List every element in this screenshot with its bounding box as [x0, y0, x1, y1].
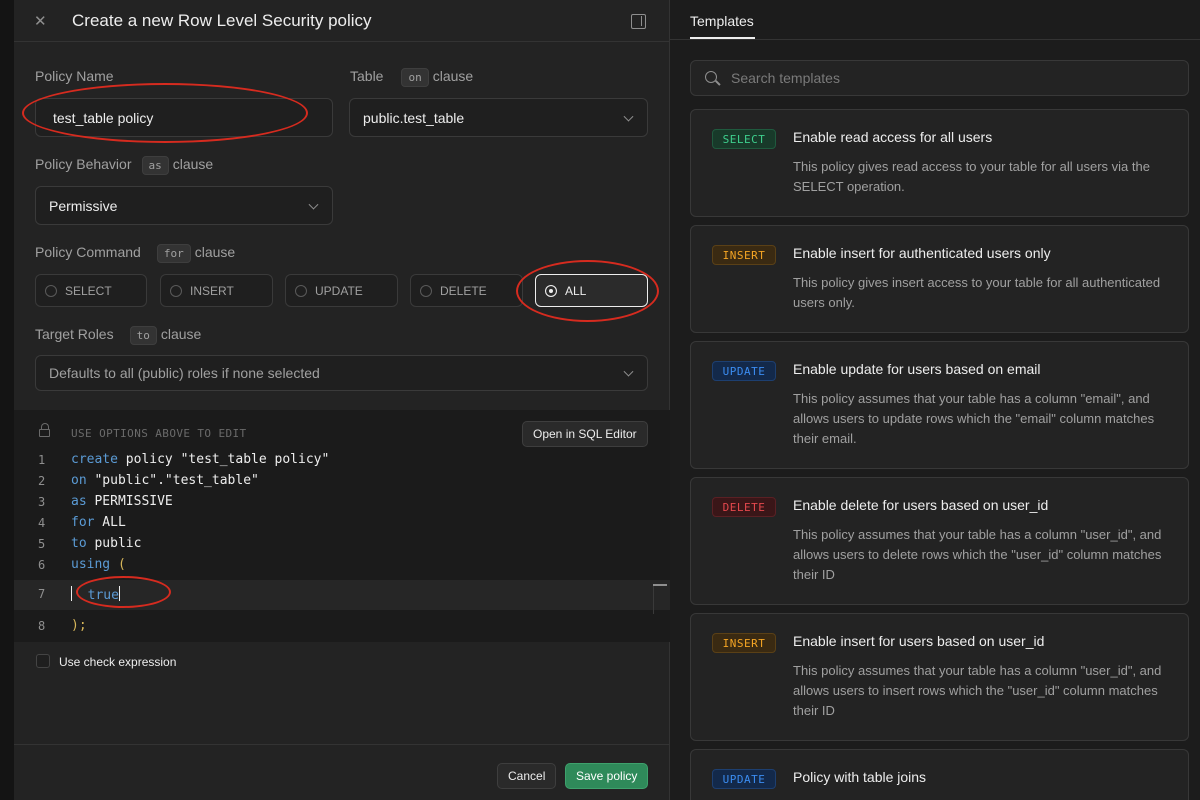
badge-delete: DELETE: [712, 497, 776, 517]
template-card-read-all[interactable]: SELECT Enable read access for all users …: [690, 109, 1189, 217]
badge-insert: INSERT: [712, 245, 776, 265]
chevron-down-icon: [308, 199, 319, 210]
badge-update: UPDATE: [712, 769, 776, 789]
text-caret: [118, 586, 120, 601]
to-chip: to: [129, 326, 157, 345]
toggle-panel-icon[interactable]: [631, 14, 646, 29]
policy-behavior-select[interactable]: Permissive: [35, 186, 333, 225]
page-title: Create a new Row Level Security policy: [72, 11, 372, 30]
template-desc: This policy assumes that your table has …: [793, 663, 1162, 718]
table-select[interactable]: public.test_table: [349, 98, 648, 137]
as-chip: as: [141, 156, 169, 175]
tab-templates[interactable]: Templates: [690, 13, 754, 29]
policy-name-input[interactable]: test_table policy: [35, 98, 333, 137]
code-line: 4 for ALL: [38, 515, 126, 530]
radio-icon: [420, 284, 432, 297]
template-desc: This policy gives insert access to your …: [793, 275, 1161, 310]
chevron-down-icon: [623, 366, 634, 377]
code-line: 6 using (: [38, 557, 126, 572]
code-line: 2 on "public"."test_table": [38, 473, 259, 488]
policy-name-value: test_table policy: [53, 109, 154, 126]
radio-icon: [170, 284, 182, 297]
check-expression-label[interactable]: Use check expression: [59, 655, 176, 669]
check-expression-checkbox[interactable]: [36, 654, 50, 668]
on-chip: on: [401, 68, 429, 87]
template-title: Enable insert for authenticated users on…: [793, 245, 1051, 261]
command-option-update[interactable]: UPDATE: [285, 274, 398, 307]
template-search[interactable]: [690, 60, 1189, 96]
policy-name-label: Policy Name: [35, 68, 114, 84]
policy-editor-panel: ✕ Create a new Row Level Security policy…: [14, 0, 670, 800]
editor-hint: USE OPTIONS ABOVE TO EDIT: [71, 427, 247, 440]
table-value: public.test_table: [363, 109, 465, 126]
cancel-button[interactable]: Cancel: [497, 763, 557, 789]
template-title: Policy with table joins: [793, 769, 927, 785]
code-line: 3 as PERMISSIVE: [38, 494, 173, 509]
close-icon[interactable]: ✕: [34, 12, 47, 30]
template-card-insert-user[interactable]: INSERT Enable insert for users based on …: [690, 613, 1189, 741]
code-line-current: 7 true: [14, 580, 670, 610]
search-input[interactable]: [731, 61, 1171, 95]
radio-icon: [295, 284, 307, 297]
editor-scroll-track[interactable]: [653, 586, 654, 614]
template-card-table-joins[interactable]: UPDATE Policy with table joins: [690, 749, 1189, 800]
panel-header: ✕ Create a new Row Level Security policy: [14, 0, 670, 42]
chevron-down-icon: [623, 111, 634, 122]
template-title: Enable update for users based on email: [793, 361, 1041, 377]
command-option-select[interactable]: SELECT: [35, 274, 147, 307]
command-option-insert[interactable]: INSERT: [160, 274, 273, 307]
template-title: Enable delete for users based on user_id: [793, 497, 1049, 513]
command-option-delete[interactable]: DELETE: [410, 274, 523, 307]
target-roles-placeholder: Defaults to all (public) roles if none s…: [49, 365, 320, 381]
template-desc: This policy assumes that your table has …: [793, 391, 1155, 446]
editor-scroll-marker[interactable]: [653, 584, 667, 586]
open-in-sql-editor-button[interactable]: Open in SQL Editor: [522, 421, 648, 447]
template-card-insert-auth[interactable]: INSERT Enable insert for authenticated u…: [690, 225, 1189, 333]
for-chip: for: [156, 244, 191, 263]
badge-update: UPDATE: [712, 361, 776, 381]
code-line: 1 create policy "test_table policy": [38, 452, 330, 467]
sql-editor[interactable]: USE OPTIONS ABOVE TO EDIT Open in SQL Ed…: [14, 410, 670, 642]
template-desc: This policy gives read access to your ta…: [793, 159, 1150, 194]
left-edge-strip: [0, 0, 14, 800]
table-label: Table on clause: [350, 68, 473, 87]
policy-behavior-label: Policy Behavior as clause: [35, 156, 213, 175]
lock-icon: [39, 423, 50, 437]
badge-select: SELECT: [712, 129, 776, 149]
target-roles-label: Target Roles to clause: [35, 326, 201, 345]
panel-footer: Cancel Save policy: [14, 744, 670, 800]
radio-icon: [45, 284, 57, 297]
template-desc: This policy assumes that your table has …: [793, 527, 1162, 582]
badge-insert: INSERT: [712, 633, 776, 653]
save-policy-button[interactable]: Save policy: [565, 763, 649, 789]
policy-command-label: Policy Command for clause: [35, 244, 235, 263]
text-caret: [71, 586, 72, 601]
tab-divider: [670, 39, 1200, 40]
template-title: Enable insert for users based on user_id: [793, 633, 1045, 649]
template-card-update-email[interactable]: UPDATE Enable update for users based on …: [690, 341, 1189, 469]
code-line: 5 to public: [38, 536, 142, 551]
template-card-delete-user[interactable]: DELETE Enable delete for users based on …: [690, 477, 1189, 605]
command-option-all[interactable]: ALL: [535, 274, 648, 307]
code-line: 8);: [38, 618, 87, 633]
templates-panel: Templates SELECT Enable read access for …: [670, 0, 1200, 800]
target-roles-select[interactable]: Defaults to all (public) roles if none s…: [35, 355, 648, 391]
policy-behavior-value: Permissive: [49, 197, 118, 214]
template-title: Enable read access for all users: [793, 129, 993, 145]
search-icon: [705, 71, 717, 83]
radio-selected-icon: [545, 284, 557, 297]
